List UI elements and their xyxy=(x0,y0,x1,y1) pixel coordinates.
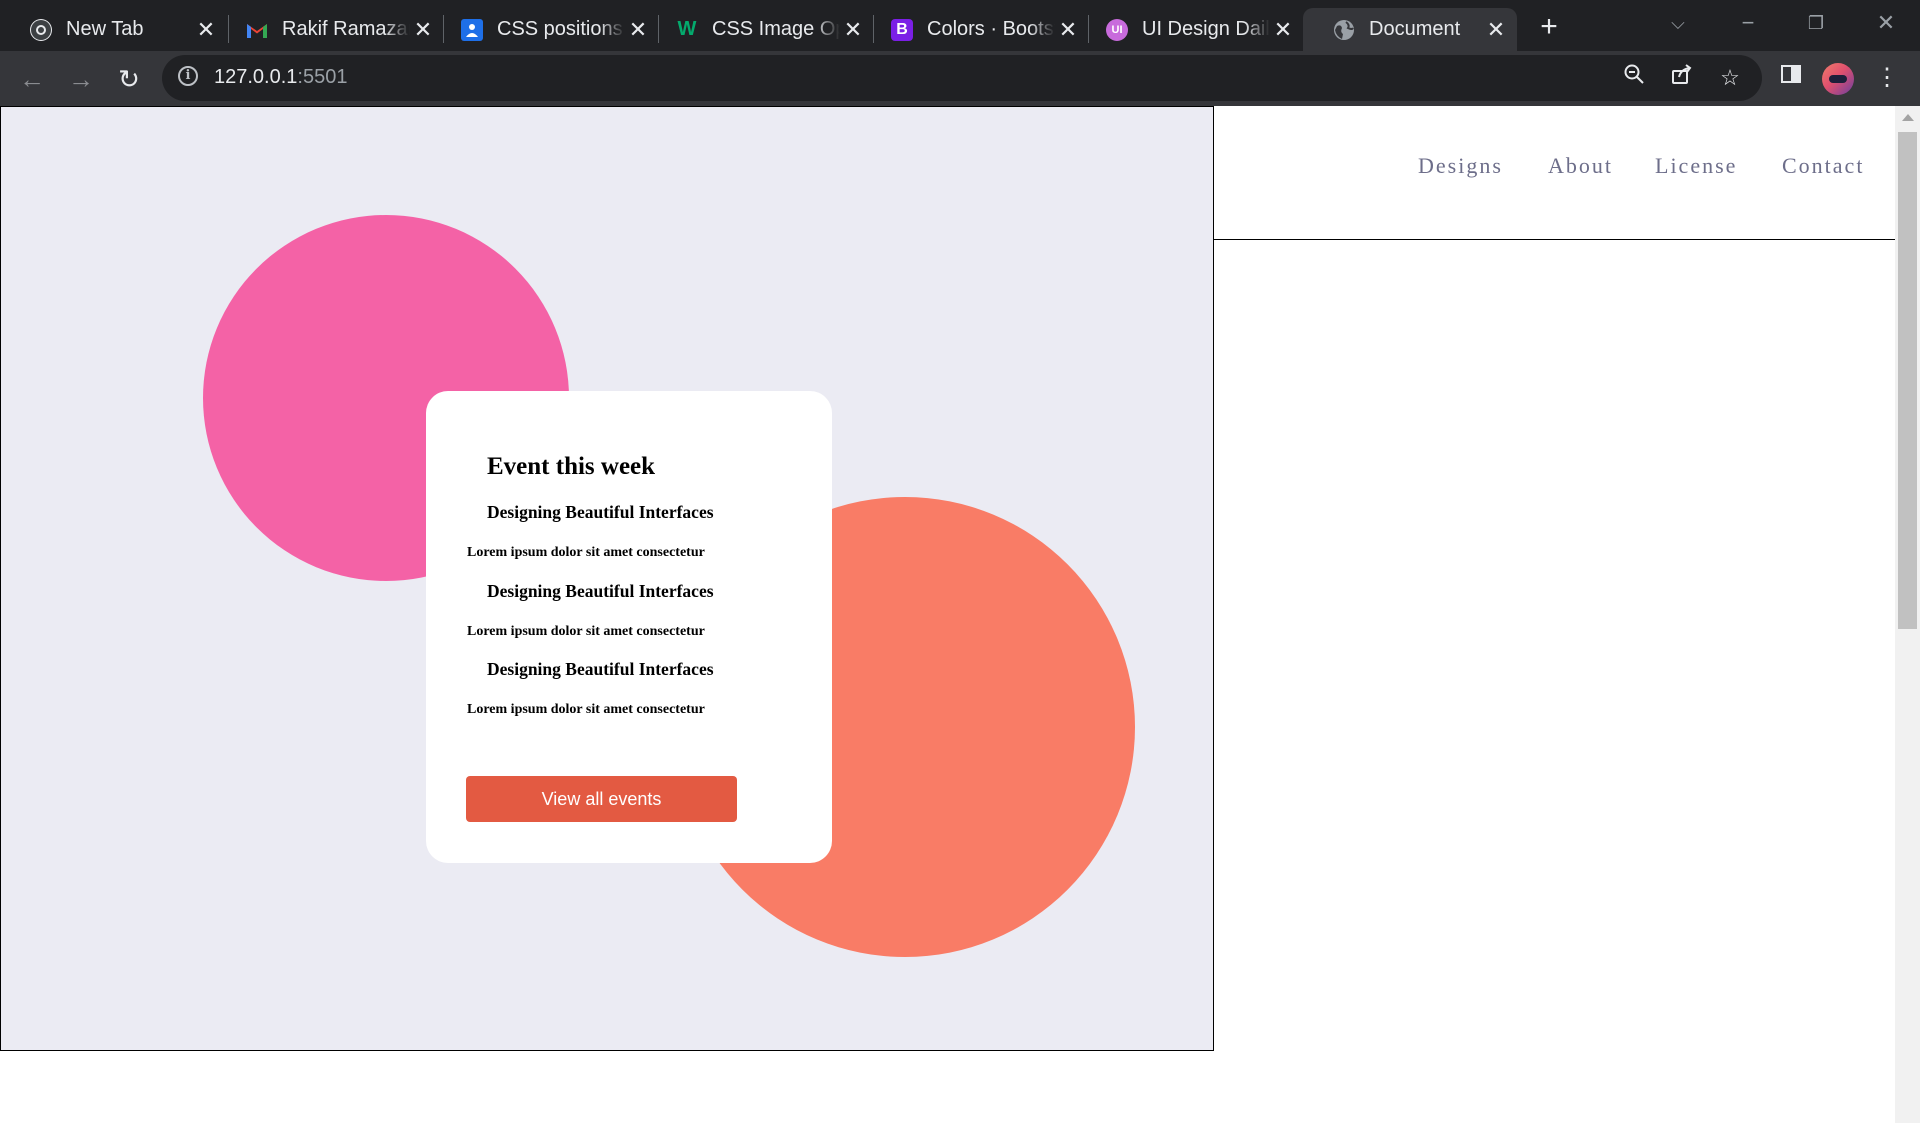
back-arrow-icon[interactable]: ← xyxy=(14,61,50,97)
event-name: Designing Beautiful Interfaces xyxy=(487,659,714,679)
nav-link-designs[interactable]: Designs xyxy=(1418,153,1503,179)
event-name: Designing Beautiful Interfaces xyxy=(487,581,714,601)
window-close-icon[interactable]: ✕ xyxy=(1869,6,1903,40)
google-classroom-icon xyxy=(461,18,483,41)
tab-document[interactable]: Document ✕ xyxy=(1303,8,1517,51)
ui-design-daily-icon: UI xyxy=(1106,18,1128,41)
url-port: :5501 xyxy=(297,66,348,88)
browser-toolbar: ← → ↻ i 127.0.0.1:5501 ☆ ⋮ xyxy=(0,51,1920,106)
forward-arrow-icon[interactable]: → xyxy=(63,61,99,97)
w3schools-icon: W xyxy=(677,18,697,40)
minimize-icon[interactable]: − xyxy=(1731,6,1765,40)
scrollbar-thumb[interactable] xyxy=(1898,132,1917,629)
nav-link-about[interactable]: About xyxy=(1548,153,1613,179)
side-panel-icon[interactable] xyxy=(1774,61,1808,95)
tab-title: Colors · Bootstrap xyxy=(927,18,1055,40)
bootstrap-icon: B xyxy=(891,18,913,41)
site-info-icon[interactable]: i xyxy=(178,66,198,86)
globe-icon xyxy=(1333,19,1355,41)
chrome-icon xyxy=(30,18,52,41)
view-all-events-button[interactable]: View all events xyxy=(466,776,737,822)
scroll-up-arrow-icon[interactable] xyxy=(1902,114,1914,121)
tab-title: CSS positions xyxy=(497,18,623,40)
gmail-icon xyxy=(246,19,268,41)
nav-link-contact[interactable]: Contact xyxy=(1782,153,1864,179)
event-description: Lorem ipsum dolor sit amet consectetur xyxy=(467,624,705,639)
tab-new-tab[interactable]: New Tab ✕ xyxy=(0,8,227,51)
close-icon[interactable]: ✕ xyxy=(1483,17,1509,43)
share-icon[interactable] xyxy=(1667,63,1697,93)
site-nav: Designs About License Contact xyxy=(1214,106,1895,240)
hero-section: Event this week Designing Beautiful Inte… xyxy=(0,106,1214,1051)
tab-title: UI Design Daily xyxy=(1142,18,1270,40)
events-card: Event this week Designing Beautiful Inte… xyxy=(426,391,832,863)
event-name: Designing Beautiful Interfaces xyxy=(487,502,714,522)
tab-css-positions[interactable]: CSS positions ✕ xyxy=(431,8,659,51)
close-icon[interactable]: ✕ xyxy=(1270,17,1296,43)
url-host: 127.0.0.1 xyxy=(214,66,298,88)
event-description: Lorem ipsum dolor sit amet consectetur xyxy=(467,702,705,717)
tab-title: New Tab xyxy=(66,18,144,40)
tab-css-image-opacity[interactable]: W CSS Image Opacity ✕ xyxy=(646,8,874,51)
tab-bootstrap-colors[interactable]: B Colors · Bootstrap ✕ xyxy=(861,8,1089,51)
new-tab-plus-icon[interactable]: + xyxy=(1534,12,1564,42)
bookmark-star-icon[interactable]: ☆ xyxy=(1715,63,1745,93)
tab-gmail[interactable]: Rakif Ramazanov ✕ xyxy=(216,8,444,51)
zoom-icon[interactable] xyxy=(1619,63,1649,93)
url-text: 127.0.0.1:5501 xyxy=(214,66,347,89)
tab-title: Rakif Ramazanov xyxy=(282,18,410,40)
tab-strip: New Tab ✕ Rakif Ramazanov ✕ CSS position… xyxy=(0,0,1920,51)
page-viewport: Event this week Designing Beautiful Inte… xyxy=(0,106,1895,1123)
tab-title: CSS Image Opacity xyxy=(712,18,840,40)
restore-icon[interactable]: ❐ xyxy=(1799,6,1833,40)
nav-link-license[interactable]: License xyxy=(1655,153,1737,179)
reload-icon[interactable]: ↻ xyxy=(111,61,147,97)
tab-title: Document xyxy=(1369,18,1461,40)
address-bar[interactable]: i 127.0.0.1:5501 ☆ xyxy=(162,55,1762,101)
event-description: Lorem ipsum dolor sit amet consectetur xyxy=(467,545,705,560)
card-title: Event this week xyxy=(487,453,656,480)
profile-avatar[interactable] xyxy=(1822,63,1854,95)
vertical-scrollbar[interactable] xyxy=(1895,106,1920,1123)
tab-ui-design-daily[interactable]: UI UI Design Daily ✕ xyxy=(1076,8,1304,51)
tab-search-chevron-icon[interactable]: ⌵ xyxy=(1661,6,1695,40)
more-menu-icon[interactable]: ⋮ xyxy=(1870,61,1904,95)
